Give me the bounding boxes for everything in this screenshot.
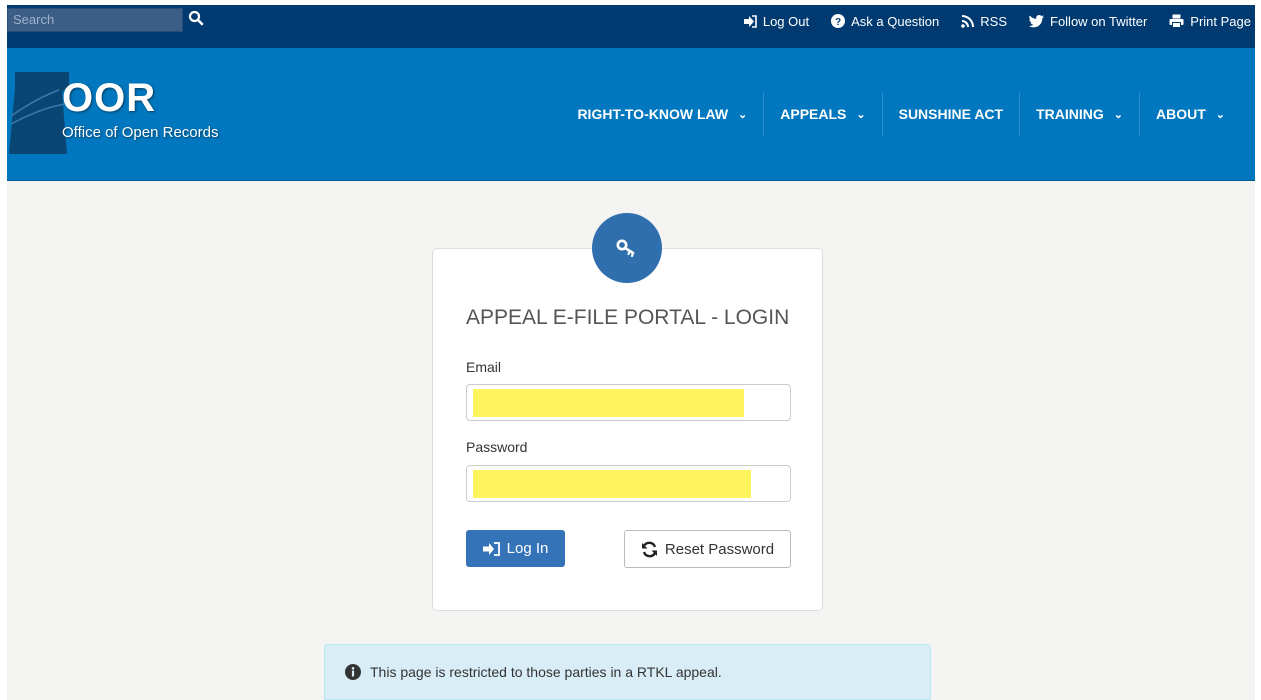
reset-password-label: Reset Password	[664, 540, 775, 558]
email-label: Email	[466, 359, 502, 375]
nav-right-to-know-law[interactable]: RIGHT-TO-KNOW LAW ⌄	[561, 92, 763, 136]
logout-label: Log Out	[762, 13, 810, 29]
nav-training[interactable]: TRAINING ⌄	[1019, 92, 1139, 136]
ask-question-link[interactable]: ? Ask a Question	[831, 11, 939, 31]
site-logo-subtitle[interactable]: Office of Open Records	[62, 124, 218, 141]
nav-appeals[interactable]: APPEALS ⌄	[763, 92, 881, 136]
svg-text:?: ?	[835, 17, 841, 28]
twitter-label: Follow on Twitter	[1050, 13, 1148, 29]
site-logo-title[interactable]: OOR	[62, 78, 156, 118]
key-badge	[592, 213, 662, 283]
chevron-down-icon: ⌄	[856, 108, 866, 121]
nav-label: TRAINING	[1036, 106, 1104, 122]
login-title: APPEAL E-FILE PORTAL - LOGIN	[466, 306, 790, 329]
print-label: Print Page	[1190, 13, 1251, 29]
password-field[interactable]	[466, 465, 791, 502]
sign-in-icon	[482, 541, 500, 556]
password-label: Password	[466, 439, 528, 455]
info-alert: This page is restricted to those parties…	[324, 644, 931, 700]
nav-label: APPEALS	[780, 106, 847, 122]
print-link[interactable]: Print Page	[1169, 11, 1251, 31]
redaction-highlight	[473, 470, 751, 498]
rss-icon	[961, 14, 975, 28]
redaction-highlight	[473, 389, 744, 417]
info-message: This page is restricted to those parties…	[370, 664, 722, 680]
sign-out-icon	[743, 14, 757, 28]
chevron-down-icon: ⌄	[738, 108, 748, 121]
refresh-icon	[641, 541, 657, 557]
nav-label: SUNSHINE ACT	[898, 106, 1004, 122]
search-button[interactable]	[188, 10, 208, 30]
question-circle-icon: ?	[831, 14, 846, 28]
top-bar: Search Log Out ? Ask a Question RSS Foll…	[7, 5, 1255, 48]
reset-password-button[interactable]: Reset Password	[624, 530, 791, 568]
search-icon	[188, 10, 204, 26]
login-card: APPEAL E-FILE PORTAL - LOGIN Email Passw…	[432, 248, 823, 611]
nav-label: ABOUT	[1156, 106, 1206, 122]
print-icon	[1169, 14, 1184, 28]
login-button-label: Log In	[506, 540, 549, 557]
twitter-icon	[1029, 14, 1044, 27]
nav-about[interactable]: ABOUT ⌄	[1139, 92, 1255, 136]
rss-link[interactable]: RSS	[961, 11, 1007, 31]
chevron-down-icon: ⌄	[1215, 108, 1225, 121]
site-header: OOR Office of Open Records RIGHT-TO-KNOW…	[7, 48, 1255, 181]
nav-sunshine-act[interactable]: SUNSHINE ACT	[881, 92, 1020, 136]
utility-links: Log Out ? Ask a Question RSS Follow on T…	[721, 11, 1255, 31]
rss-label: RSS	[980, 13, 1007, 29]
ask-question-label: Ask a Question	[851, 13, 940, 29]
email-field[interactable]	[466, 384, 791, 421]
key-icon	[616, 239, 635, 257]
twitter-link[interactable]: Follow on Twitter	[1029, 11, 1147, 31]
info-circle-icon	[345, 664, 361, 680]
logout-link[interactable]: Log Out	[743, 11, 809, 31]
main-nav: RIGHT-TO-KNOW LAW ⌄ APPEALS ⌄ SUNSHINE A…	[561, 92, 1255, 136]
nav-label: RIGHT-TO-KNOW LAW	[577, 106, 729, 122]
login-button[interactable]: Log In	[466, 530, 565, 567]
chevron-down-icon: ⌄	[1113, 108, 1123, 121]
search-input[interactable]: Search	[7, 8, 183, 32]
main-content: APPEAL E-FILE PORTAL - LOGIN Email Passw…	[7, 181, 1255, 700]
